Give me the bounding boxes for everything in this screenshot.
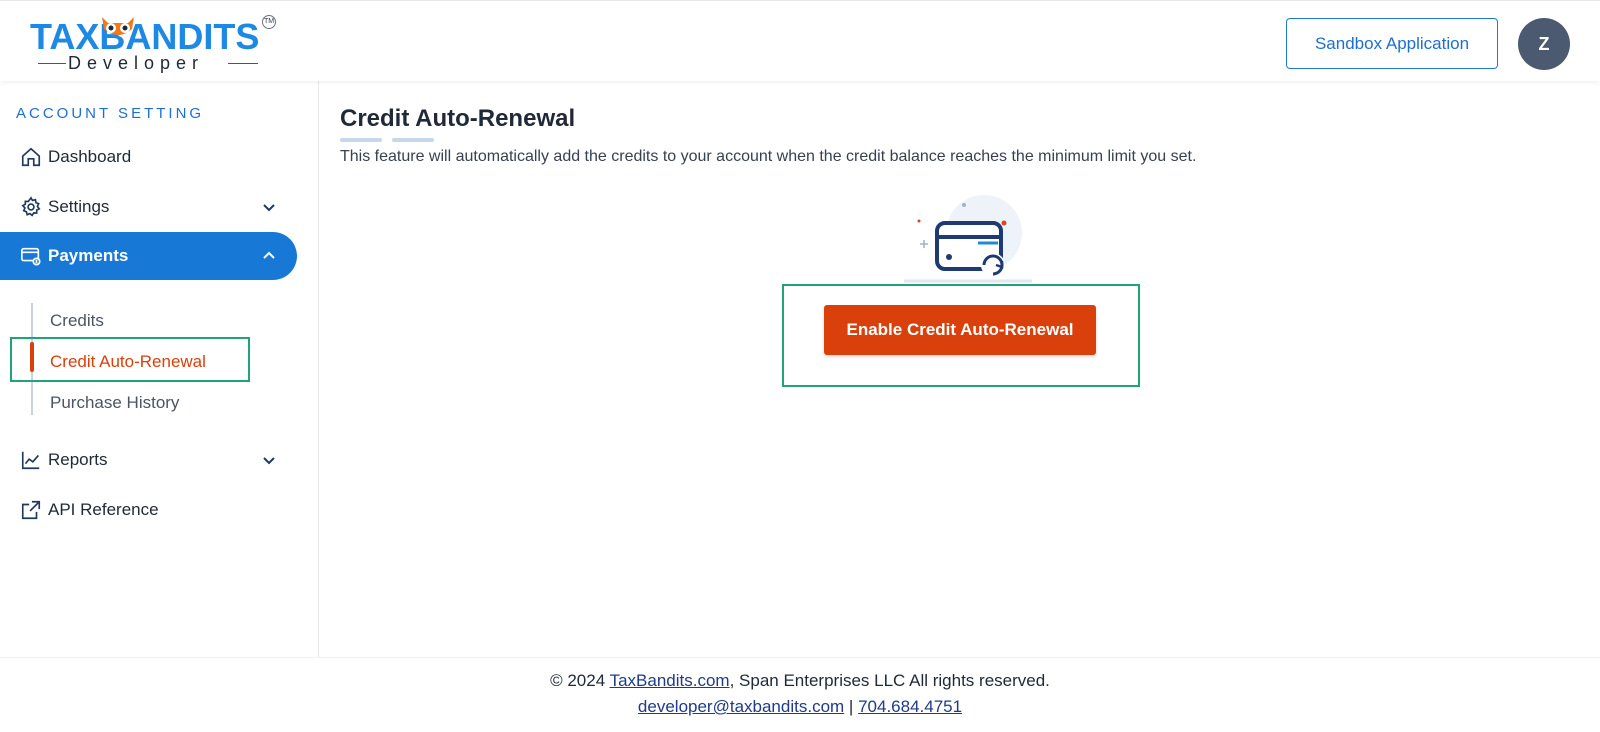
- sidebar-item-label: Dashboard: [48, 147, 132, 166]
- external-link-icon: [21, 500, 41, 520]
- sidebar-item-dashboard[interactable]: Dashboard: [0, 133, 297, 181]
- main-content: Credit Auto-Renewal This feature will au…: [320, 81, 1600, 657]
- chevron-down-icon[interactable]: [261, 452, 277, 468]
- phone-link[interactable]: 704.684.4751: [858, 697, 962, 716]
- user-avatar[interactable]: Z: [1518, 18, 1570, 70]
- sidebar-item-payments[interactable]: Payments: [0, 232, 297, 280]
- sidebar-item-label: Payments: [48, 246, 129, 265]
- email-link[interactable]: developer@taxbandits.com: [638, 697, 844, 716]
- highlight-box-sidebar: [10, 337, 250, 382]
- home-icon: [21, 147, 41, 167]
- logo-text: TAXBANDITS: [30, 16, 260, 57]
- gear-icon: [21, 196, 41, 217]
- sidebar: ACCOUNT SETTING Dashboard Settings Payme…: [0, 81, 319, 657]
- chevron-down-icon[interactable]: [261, 199, 277, 215]
- chevron-up-icon[interactable]: [261, 248, 277, 264]
- footer-contact: developer@taxbandits.com | 704.684.4751: [0, 697, 1600, 717]
- card-renewal-icon: [904, 195, 1032, 283]
- footer: © 2024 TaxBandits.com, Span Enterprises …: [0, 657, 1600, 732]
- logo-subtitle: Developer: [68, 53, 205, 73]
- chart-line-icon: [21, 451, 40, 470]
- logo-rule-left: [38, 63, 66, 64]
- sidebar-item-reports[interactable]: Reports: [0, 436, 297, 484]
- page-description: This feature will automatically add the …: [340, 148, 1197, 165]
- contact-separator: |: [848, 697, 854, 716]
- title-underline: [392, 138, 434, 142]
- sandbox-application-button[interactable]: Sandbox Application: [1286, 18, 1498, 69]
- trademark-mark: TM: [262, 15, 276, 29]
- taxbandits-logo[interactable]: TAXBANDITS TM Developer: [30, 15, 280, 75]
- owl-icon: [102, 17, 134, 35]
- submenu-item-credits[interactable]: Credits: [50, 311, 104, 331]
- top-header: TAXBANDITS TM Developer Sandbox Applicat…: [0, 0, 1600, 81]
- logo-rule-right: [228, 63, 258, 64]
- payment-card-icon: [21, 247, 41, 266]
- enable-credit-auto-renewal-button[interactable]: Enable Credit Auto-Renewal: [824, 305, 1096, 355]
- taxbandits-link[interactable]: TaxBandits.com: [610, 671, 730, 690]
- sidebar-item-label: Reports: [48, 450, 108, 469]
- submenu-item-purchase-history[interactable]: Purchase History: [50, 393, 179, 413]
- title-underline: [340, 138, 382, 142]
- copyright-prefix: © 2024: [550, 671, 606, 690]
- sidebar-heading: ACCOUNT SETTING: [16, 105, 205, 122]
- sidebar-item-settings[interactable]: Settings: [0, 183, 297, 231]
- copyright-suffix: , Span Enterprises LLC All rights reserv…: [729, 671, 1050, 690]
- sidebar-item-label: API Reference: [48, 500, 159, 519]
- sidebar-item-api-reference[interactable]: API Reference: [0, 486, 297, 534]
- footer-copyright: © 2024 TaxBandits.com, Span Enterprises …: [0, 671, 1600, 691]
- page-title: Credit Auto-Renewal: [340, 105, 576, 132]
- sidebar-item-label: Settings: [48, 197, 110, 216]
